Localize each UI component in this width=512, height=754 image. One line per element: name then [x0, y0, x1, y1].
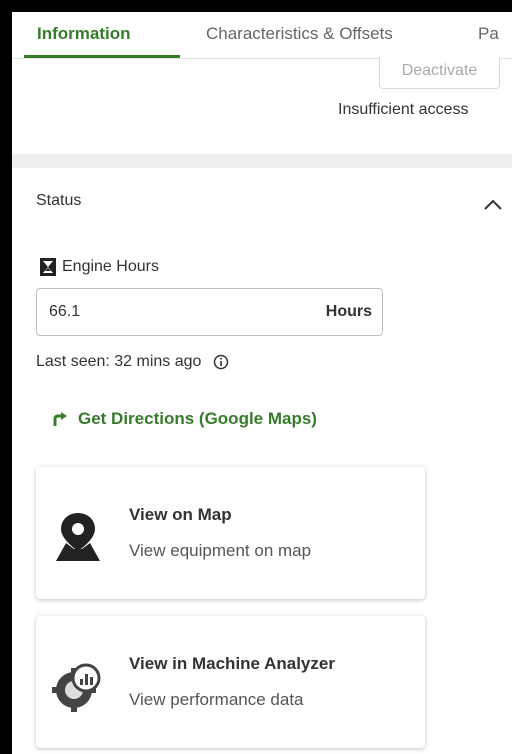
engine-hours-label-text: Engine Hours: [62, 258, 159, 275]
machine-analyzer-icon: [52, 663, 101, 712]
deactivate-button[interactable]: Deactivate: [379, 57, 500, 89]
hourglass-icon: [40, 258, 56, 276]
chevron-up-icon: [484, 199, 502, 210]
tab-characteristics-offsets[interactable]: Characteristics & Offsets: [206, 24, 393, 44]
collapse-section-button[interactable]: [482, 195, 504, 215]
last-seen-row: Last seen: 32 mins ago: [36, 353, 229, 371]
engine-hours-unit: Hours: [325, 303, 372, 320]
info-icon[interactable]: [213, 354, 229, 370]
get-directions-label: Get Directions (Google Maps): [78, 409, 317, 428]
tab-information[interactable]: Information: [37, 24, 131, 44]
engine-hours-field[interactable]: 66.1 Hours: [36, 288, 383, 336]
engine-hours-value: 66.1: [49, 303, 81, 320]
map-pin-icon: [56, 513, 100, 561]
view-on-map-card[interactable]: View on Map View equipment on map: [36, 467, 425, 599]
engine-hours-label: Engine Hours: [40, 258, 159, 276]
turn-right-arrow-icon: [53, 412, 67, 426]
active-tab-indicator: [24, 55, 180, 58]
access-message: Insufficient access: [338, 101, 469, 118]
section-divider: [12, 154, 512, 168]
tab-partial[interactable]: Pa: [478, 24, 499, 44]
status-section-title: Status: [36, 192, 82, 209]
card-title: View in Machine Analyzer: [129, 654, 335, 673]
card-title: View on Map: [129, 505, 232, 524]
card-subtitle: View equipment on map: [129, 541, 312, 560]
get-directions-link[interactable]: Get Directions (Google Maps): [52, 409, 317, 429]
equipment-details-panel: Information Characteristics & Offsets Pa…: [12, 12, 512, 754]
card-subtitle: View performance data: [129, 690, 304, 709]
view-machine-analyzer-card[interactable]: View in Machine Analyzer View performanc…: [36, 616, 425, 748]
tab-bar: Information Characteristics & Offsets Pa: [12, 12, 512, 59]
last-seen-text: Last seen: 32 mins ago: [36, 353, 202, 370]
